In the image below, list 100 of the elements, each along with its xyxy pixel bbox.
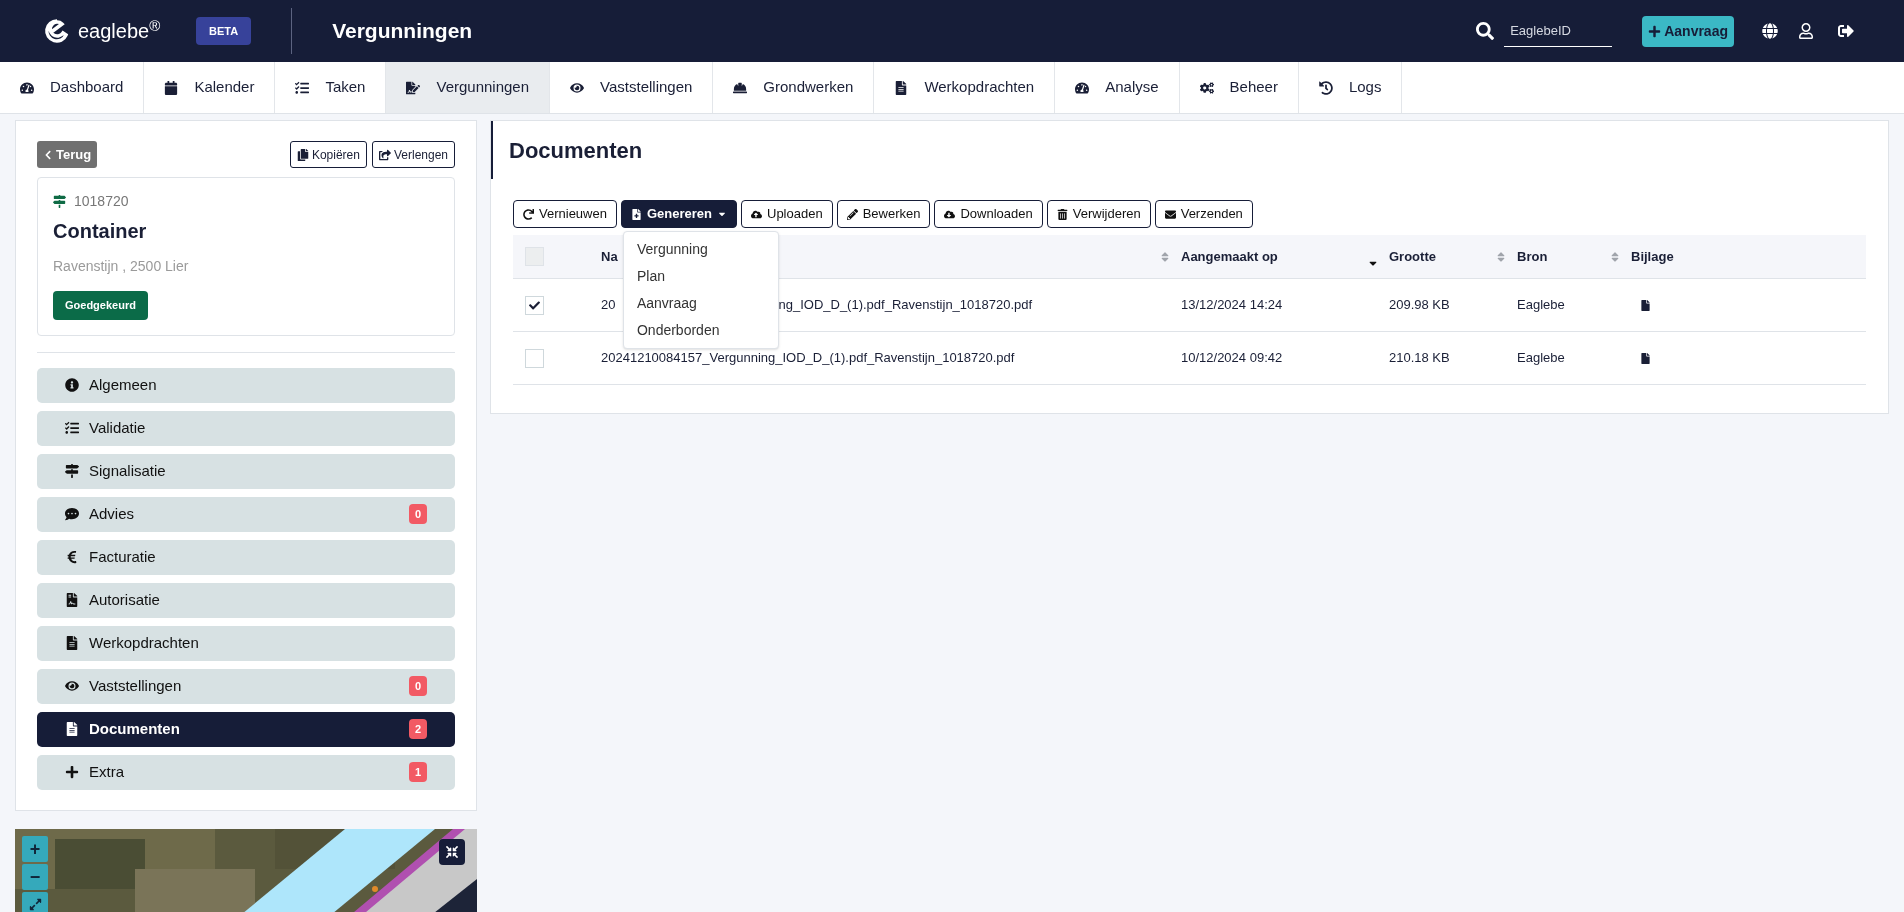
action-button[interactable]: Kopiëren	[289, 141, 367, 168]
download-icon	[944, 208, 956, 220]
eye-icon	[65, 679, 79, 693]
column-header: Bijlage	[1631, 247, 1674, 266]
sidebar-item[interactable]: Autorisatie	[37, 582, 455, 618]
count-badge: 1	[408, 761, 427, 783]
check-icon	[529, 299, 540, 311]
envelope-icon	[1164, 208, 1176, 220]
gauge-icon	[1075, 80, 1090, 95]
sidebar-item[interactable]: Documenten 2	[37, 711, 455, 747]
search-icon	[1476, 22, 1495, 40]
toolbar-button[interactable]: Verwijderen	[1046, 200, 1151, 228]
file-icon[interactable]	[1640, 299, 1651, 311]
checklist-icon	[295, 80, 310, 95]
column-header[interactable]: Aangemaakt op	[1181, 246, 1278, 267]
sidebar-item[interactable]: Advies 0	[37, 496, 455, 532]
refresh-icon	[523, 208, 534, 220]
gauge-icon	[20, 80, 34, 95]
permit-address: Ravenstijn , 2500 Lier	[53, 257, 190, 276]
table-cell-text: 13/12/2024 14:24	[1181, 296, 1284, 315]
menu-item[interactable]: Onderborden	[623, 317, 778, 344]
search-field[interactable]: EaglebeID	[1504, 14, 1613, 48]
document-icon	[894, 80, 909, 95]
row-checkbox[interactable]	[525, 295, 544, 315]
menu-item[interactable]: Vergunning	[623, 236, 778, 263]
file-icon[interactable]	[1640, 352, 1651, 364]
eye-icon	[570, 80, 585, 95]
table-cell-text: 20	[601, 296, 616, 315]
column-header[interactable]: Grootte	[1389, 246, 1436, 267]
globe-icon[interactable]	[1762, 23, 1778, 39]
sidebar-item[interactable]: Facturatie	[37, 539, 455, 575]
sidebar-item[interactable]: Validatie	[37, 410, 455, 446]
chat-bubble-icon	[65, 507, 79, 521]
calendar-icon	[164, 80, 179, 95]
logo-text: eaglebe$^{®}$	[78, 16, 161, 44]
user-icon[interactable]	[1798, 23, 1814, 39]
sidebar-item[interactable]: Extra 1	[37, 754, 455, 790]
action-button[interactable]: Verlengen	[371, 141, 455, 168]
copy-icon	[296, 148, 309, 161]
share-icon	[378, 148, 391, 161]
table-cell-text: Eaglebe	[1517, 349, 1566, 368]
column-header[interactable]: Na	[601, 246, 618, 267]
trash-icon	[1056, 208, 1068, 220]
menu-item[interactable]: Aanvraag	[623, 290, 778, 317]
sidebar-item[interactable]: Signalisatie	[37, 453, 455, 489]
table-cell-text: 210.18 KB	[1389, 349, 1451, 368]
toolbar-button[interactable]: Downloaden	[934, 200, 1043, 228]
column-header[interactable]: Bron	[1517, 246, 1548, 267]
info-icon	[65, 378, 79, 392]
hard-hat-icon	[733, 80, 748, 95]
count-badge: 2	[408, 718, 427, 740]
table-cell-text: Eaglebe	[1517, 296, 1566, 315]
section-title: Documenten	[509, 136, 643, 165]
toolbar-button[interactable]: Uploaden	[741, 200, 833, 228]
table-cell-text: ng_IOD_D_(1).pdf_Ravenstijn_1018720.pdf	[778, 296, 1033, 315]
dropdown-button[interactable]: Genereren	[620, 200, 737, 228]
permit-type: Container	[53, 219, 148, 244]
table-cell-text: 10/12/2024 09:42	[1181, 349, 1284, 368]
compress-icon	[446, 845, 458, 858]
map[interactable]: + −	[15, 828, 477, 912]
document-icon	[65, 593, 79, 607]
gears-icon	[1199, 80, 1214, 95]
beta-badge: BETA	[196, 16, 252, 46]
document-icon	[630, 208, 642, 220]
signpost-icon	[53, 195, 66, 208]
new-request-button[interactable]: Aanvraag	[1642, 15, 1734, 47]
expand-icon	[28, 898, 42, 911]
plus-icon	[1648, 24, 1662, 38]
plus-icon	[65, 765, 79, 779]
toolbar-button[interactable]: Bewerken	[836, 200, 931, 228]
document-icon	[65, 636, 79, 650]
zoom-out-button[interactable]: −	[22, 863, 48, 890]
signed-document-icon	[406, 80, 421, 95]
fullscreen-button[interactable]	[22, 891, 48, 912]
sidebar-item[interactable]: Werkopdrachten	[37, 625, 455, 661]
permit-number: 1018720	[74, 192, 129, 211]
table-cell-text: 209.98 KB	[1389, 296, 1451, 315]
toolbar-button[interactable]: Verzenden	[1154, 200, 1253, 228]
back-button[interactable]: Terug	[37, 141, 98, 168]
signpost-icon	[65, 464, 79, 478]
count-badge: 0	[408, 503, 427, 525]
logout-icon[interactable]	[1838, 23, 1854, 39]
row-checkbox[interactable]	[525, 348, 544, 368]
upload-icon	[751, 208, 762, 220]
count-badge: 0	[408, 675, 427, 697]
history-icon	[1318, 80, 1333, 95]
page-title: Vergunningen	[332, 18, 473, 45]
collapse-button[interactable]	[439, 838, 465, 865]
sidebar-item[interactable]: Vaststellingen 0	[37, 668, 455, 704]
table-cell-text: 20241210084157_Vergunning_IOD_D_(1).pdf_Ravenstijn_1018720.pdf	[601, 349, 1015, 368]
menu-item[interactable]: Plan	[623, 263, 778, 290]
nav-tab[interactable]: Vergunningen	[386, 62, 551, 113]
file-icon	[65, 722, 79, 736]
toolbar-button[interactable]: Vernieuwen	[513, 200, 617, 228]
sidebar-item[interactable]: Algemeen	[37, 367, 455, 403]
status-badge: Goedgekeurd	[53, 291, 148, 320]
checklist-icon	[65, 421, 79, 435]
zoom-in-button[interactable]: +	[22, 835, 48, 862]
chevron-left-icon	[43, 149, 53, 160]
pencil-icon	[846, 208, 858, 220]
